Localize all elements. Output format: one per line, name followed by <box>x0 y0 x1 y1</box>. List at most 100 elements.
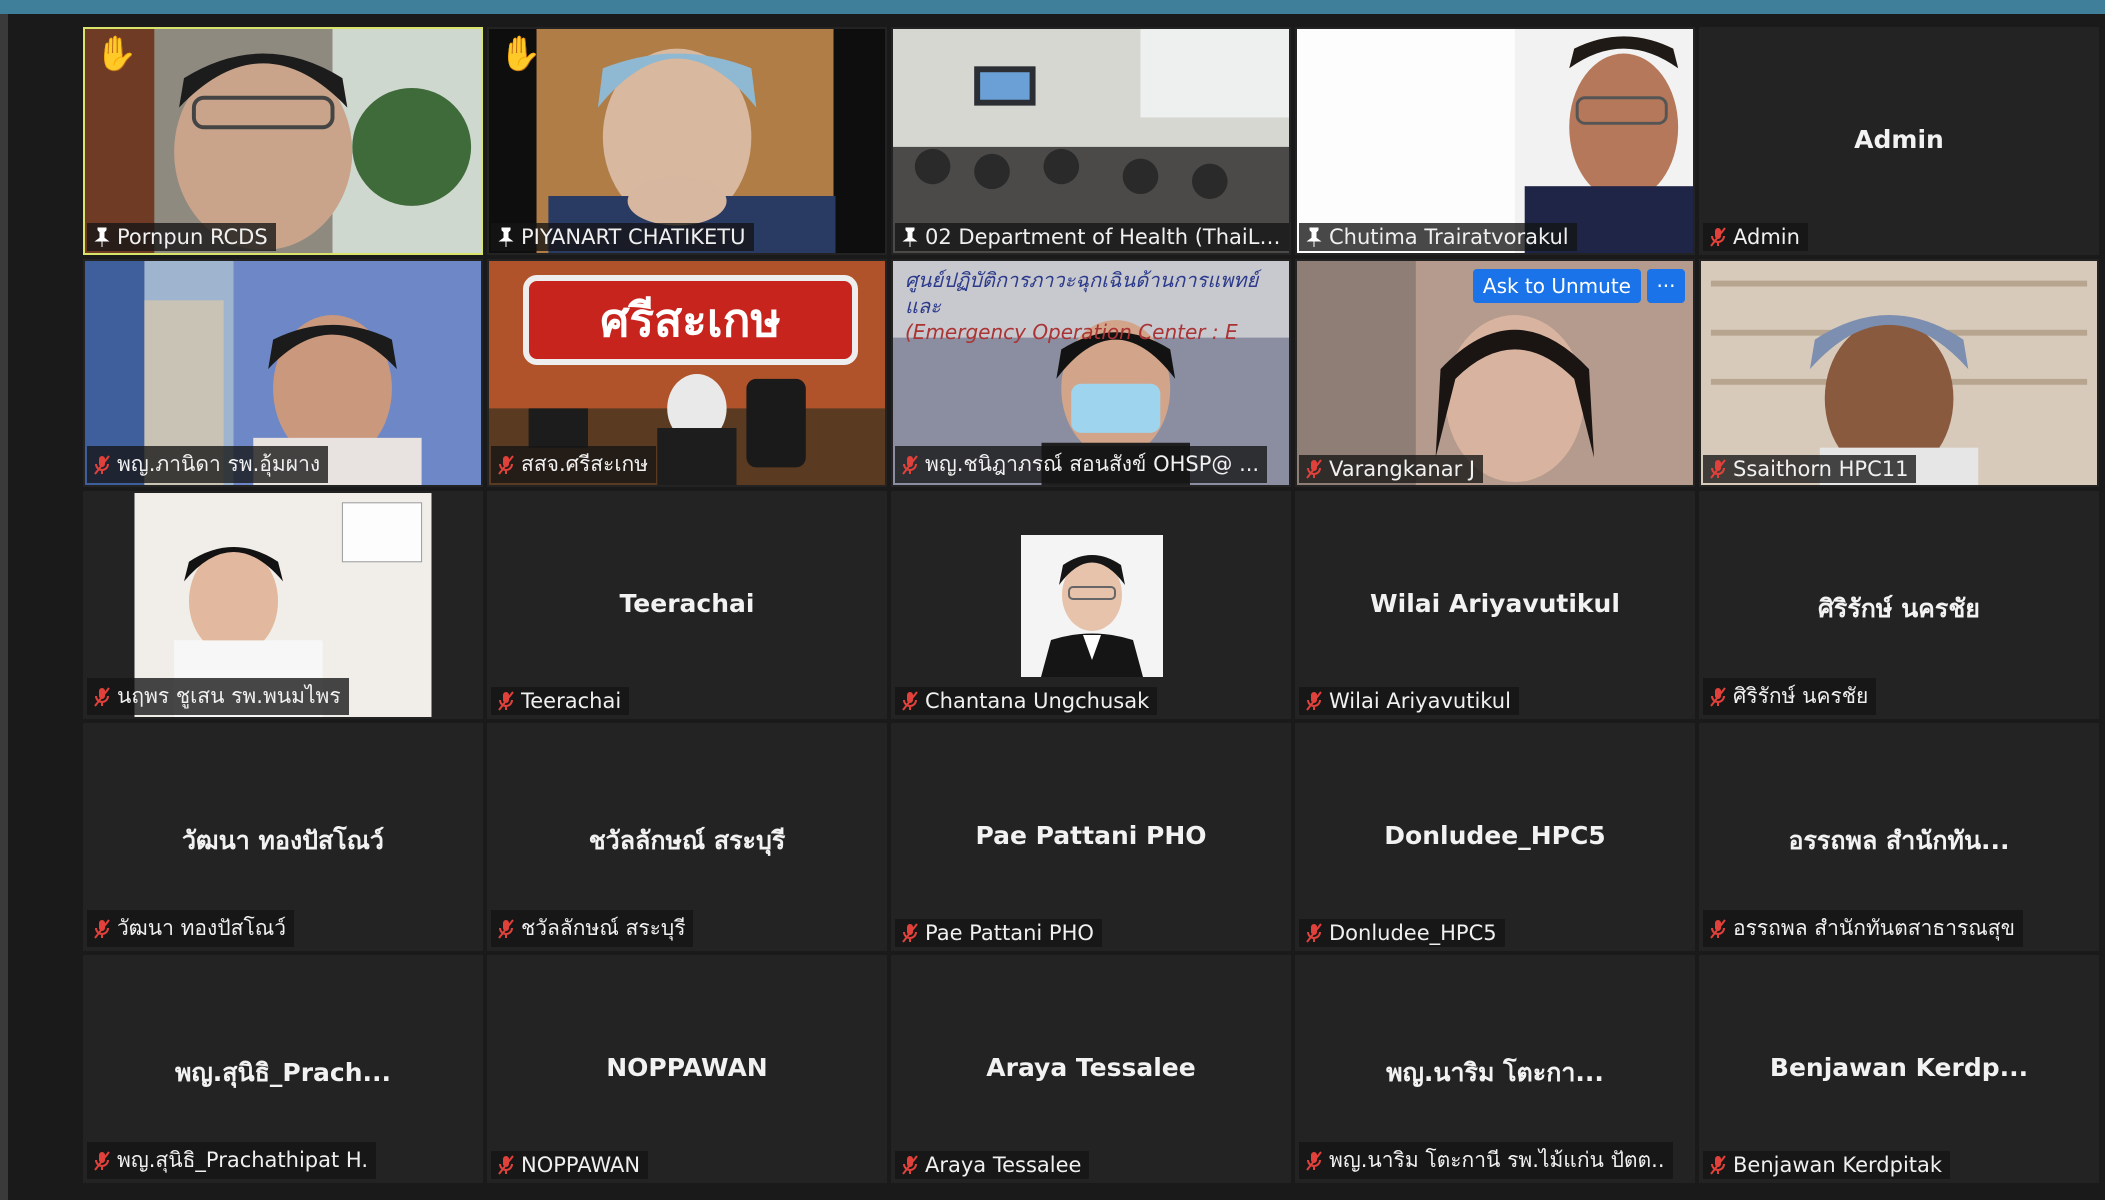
participant-name: พญ.นาริม โตะกานี รพ.ไม้แก่น ปัตต.. <box>1329 1148 1665 1172</box>
participant-tile[interactable]: ศูนย์ปฏิบัติการภาวะฉุกเฉินด้านการแพทย์แล… <box>891 259 1291 487</box>
muted-mic-icon <box>1306 459 1322 479</box>
participant-display-name: Teerachai <box>619 589 755 618</box>
participant-tile[interactable]: ✋ PIYANART CHATIKETU <box>487 27 887 255</box>
participant-tile[interactable]: NOPPAWAN NOPPAWAN <box>487 955 887 1183</box>
participant-name: ศิริรักษ์ นครชัย <box>1733 684 1869 708</box>
participant-display-name: NOPPAWAN <box>606 1053 768 1082</box>
participant-name-tag: 02 Department of Health (ThaiLa... <box>895 223 1289 251</box>
participant-tile[interactable]: Pae Pattani PHO Pae Pattani PHO <box>891 723 1291 951</box>
pin-icon <box>498 227 514 247</box>
participant-name: อรรถพล สำนักทันตสาธารณสุข <box>1733 916 2015 940</box>
participant-tile[interactable]: อรรถพล สำนักทัน... อรรถพล สำนักทันตสาธาร… <box>1699 723 2099 951</box>
participant-tile[interactable]: Admin Admin <box>1699 27 2099 255</box>
participant-name-tag: Donludee_HPC5 <box>1299 919 1505 947</box>
muted-mic-icon <box>902 691 918 711</box>
pin-icon <box>902 227 918 247</box>
window-left-edge <box>0 14 8 1200</box>
muted-mic-icon <box>498 1155 514 1175</box>
participant-video <box>1297 29 1693 253</box>
gallery-view: ✋ Pornpun RCDS ✋ PIYANART CHATIKETU 02 D… <box>83 27 2099 1183</box>
participant-name-tag: Chantana Ungchusak <box>895 687 1158 715</box>
participant-tile[interactable]: Wilai Ariyavutikul Wilai Ariyavutikul <box>1295 491 1695 719</box>
participant-name: Benjawan Kerdpitak <box>1733 1153 1943 1177</box>
participant-name-tag: NOPPAWAN <box>491 1151 649 1179</box>
participant-name-tag: Benjawan Kerdpitak <box>1703 1151 1951 1179</box>
participant-name-tag: Pornpun RCDS <box>87 223 276 251</box>
participant-display-name: พญ.นาริม โตะกา... <box>1386 1058 1604 1087</box>
pin-icon <box>94 227 110 247</box>
participant-tile[interactable]: 02 Department of Health (ThaiLa... <box>891 27 1291 255</box>
participant-name-tag: ศิริรักษ์ นครชัย <box>1703 678 1877 715</box>
participant-name: พญ.ภานิดา รพ.อุ้มผาง <box>117 452 321 476</box>
participant-tile[interactable]: Chantana Ungchusak <box>891 491 1291 719</box>
profile-photo <box>1021 535 1163 677</box>
participant-video <box>85 29 481 253</box>
participant-tile[interactable]: ชวัลลักษณ์ สระบุรี ชวัลลักษณ์ สระบุรี <box>487 723 887 951</box>
muted-mic-icon <box>94 454 110 475</box>
participant-tile[interactable]: Chutima Trairatvorakul <box>1295 27 1695 255</box>
participant-name: Araya Tessalee <box>925 1153 1082 1177</box>
participant-name: Donludee_HPC5 <box>1329 921 1497 945</box>
participant-name: Admin <box>1733 225 1800 249</box>
participant-tile[interactable]: ศรีสะเกษ สสจ.ศรีสะเกษ <box>487 259 887 487</box>
participant-name-tag: วัฒนา ทองปัสโณว์ <box>87 910 294 947</box>
participant-name: Chantana Ungchusak <box>925 689 1150 713</box>
banner-line-1: ศูนย์ปฏิบัติการภาวะฉุกเฉินด้านการแพทย์แล… <box>905 268 1259 318</box>
participant-tile[interactable]: ✋ Pornpun RCDS <box>83 27 483 255</box>
participant-name-tag: พญ.นาริม โตะกานี รพ.ไม้แก่น ปัตต.. <box>1299 1142 1673 1179</box>
participant-name-tag: Teerachai <box>491 687 630 715</box>
participant-name: Chutima Trairatvorakul <box>1329 225 1569 249</box>
participant-video <box>1701 261 2097 485</box>
participant-name-tag: พญ.ภานิดา รพ.อุ้มผาง <box>87 446 329 483</box>
participant-tile[interactable]: นฤพร ชูเสน รพ.พนมไพร <box>83 491 483 719</box>
participant-name-tag: PIYANART CHATIKETU <box>491 223 754 251</box>
participant-video <box>893 29 1289 253</box>
participant-display-name: ชวัลลักษณ์ สระบุรี <box>588 826 786 855</box>
participant-name-tag: Wilai Ariyavutikul <box>1299 687 1519 715</box>
ask-to-unmute-button[interactable]: Ask to Unmute <box>1472 269 1641 303</box>
participant-name: NOPPAWAN <box>521 1153 641 1177</box>
participant-tile[interactable]: พญ.สุนิธิ_Prach... พญ.สุนิธิ_Prachathipa… <box>83 955 483 1183</box>
participant-tile[interactable]: Ssaithorn HPC11 <box>1699 259 2099 487</box>
participant-tile[interactable]: พญ.นาริม โตะกา... พญ.นาริม โตะกานี รพ.ไม… <box>1295 955 1695 1183</box>
muted-mic-icon <box>1306 1150 1322 1171</box>
participant-tile[interactable]: Donludee_HPC5 Donludee_HPC5 <box>1295 723 1695 951</box>
raised-hand-icon: ✋ <box>499 34 542 74</box>
participant-name-tag: สสจ.ศรีสะเกษ <box>491 446 657 483</box>
muted-mic-icon <box>1710 918 1726 939</box>
participant-tile[interactable]: Ask to Unmute ··· Varangkanar J <box>1295 259 1695 487</box>
participant-tile[interactable]: Benjawan Kerdp... Benjawan Kerdpitak <box>1699 955 2099 1183</box>
participant-name-tag: อรรถพล สำนักทันตสาธารณสุข <box>1703 910 2023 947</box>
participant-display-name: Wilai Ariyavutikul <box>1370 589 1620 618</box>
more-options-button[interactable]: ··· <box>1647 269 1685 303</box>
participant-name: พญ.สุนิธิ_Prachathipat H. <box>117 1148 369 1172</box>
participant-name: นฤพร ชูเสน รพ.พนมไพร <box>117 684 341 708</box>
participant-tile[interactable]: Araya Tessalee Araya Tessalee <box>891 955 1291 1183</box>
operation-center-banner: ศูนย์ปฏิบัติการภาวะฉุกเฉินด้านการแพทย์แล… <box>893 261 1289 344</box>
participant-tile[interactable]: ศิริรักษ์ นครชัย ศิริรักษ์ นครชัย <box>1699 491 2099 719</box>
participant-name-tag: Ssaithorn HPC11 <box>1703 455 1917 483</box>
participant-name-tag: Araya Tessalee <box>895 1151 1090 1179</box>
muted-mic-icon <box>1710 686 1726 707</box>
participant-video <box>489 29 885 253</box>
participant-display-name: Pae Pattani PHO <box>975 821 1207 850</box>
participant-name: Teerachai <box>521 689 622 713</box>
participant-tile[interactable]: วัฒนา ทองปัสโณว์ วัฒนา ทองปัสโณว์ <box>83 723 483 951</box>
participant-name-tag: พญ.ชนิฎาภรณ์ สอนสังข์ OHSP@ ... <box>895 446 1268 483</box>
participant-tile[interactable]: พญ.ภานิดา รพ.อุ้มผาง <box>83 259 483 487</box>
participant-name-tag: Varangkanar J <box>1299 455 1484 483</box>
participant-display-name: อรรถพล สำนักทัน... <box>1788 826 2010 855</box>
participant-display-name: ศิริรักษ์ นครชัย <box>1818 594 1980 623</box>
participant-name: 02 Department of Health (ThaiLa... <box>925 225 1281 249</box>
participant-name: วัฒนา ทองปัสโณว์ <box>117 916 286 940</box>
banner-line-2: (Emergency Operation Center : E <box>905 320 1238 344</box>
participant-display-name: Araya Tessalee <box>986 1053 1196 1082</box>
muted-mic-icon <box>498 918 514 939</box>
pin-icon <box>1306 227 1322 247</box>
participant-name-tag: นฤพร ชูเสน รพ.พนมไพร <box>87 678 349 715</box>
participant-name: ชวัลลักษณ์ สระบุรี <box>521 916 686 940</box>
province-sign: ศรีสะเกษ <box>523 275 858 365</box>
participant-name: สสจ.ศรีสะเกษ <box>521 452 649 476</box>
muted-mic-icon <box>1710 1155 1726 1175</box>
participant-tile[interactable]: Teerachai Teerachai <box>487 491 887 719</box>
